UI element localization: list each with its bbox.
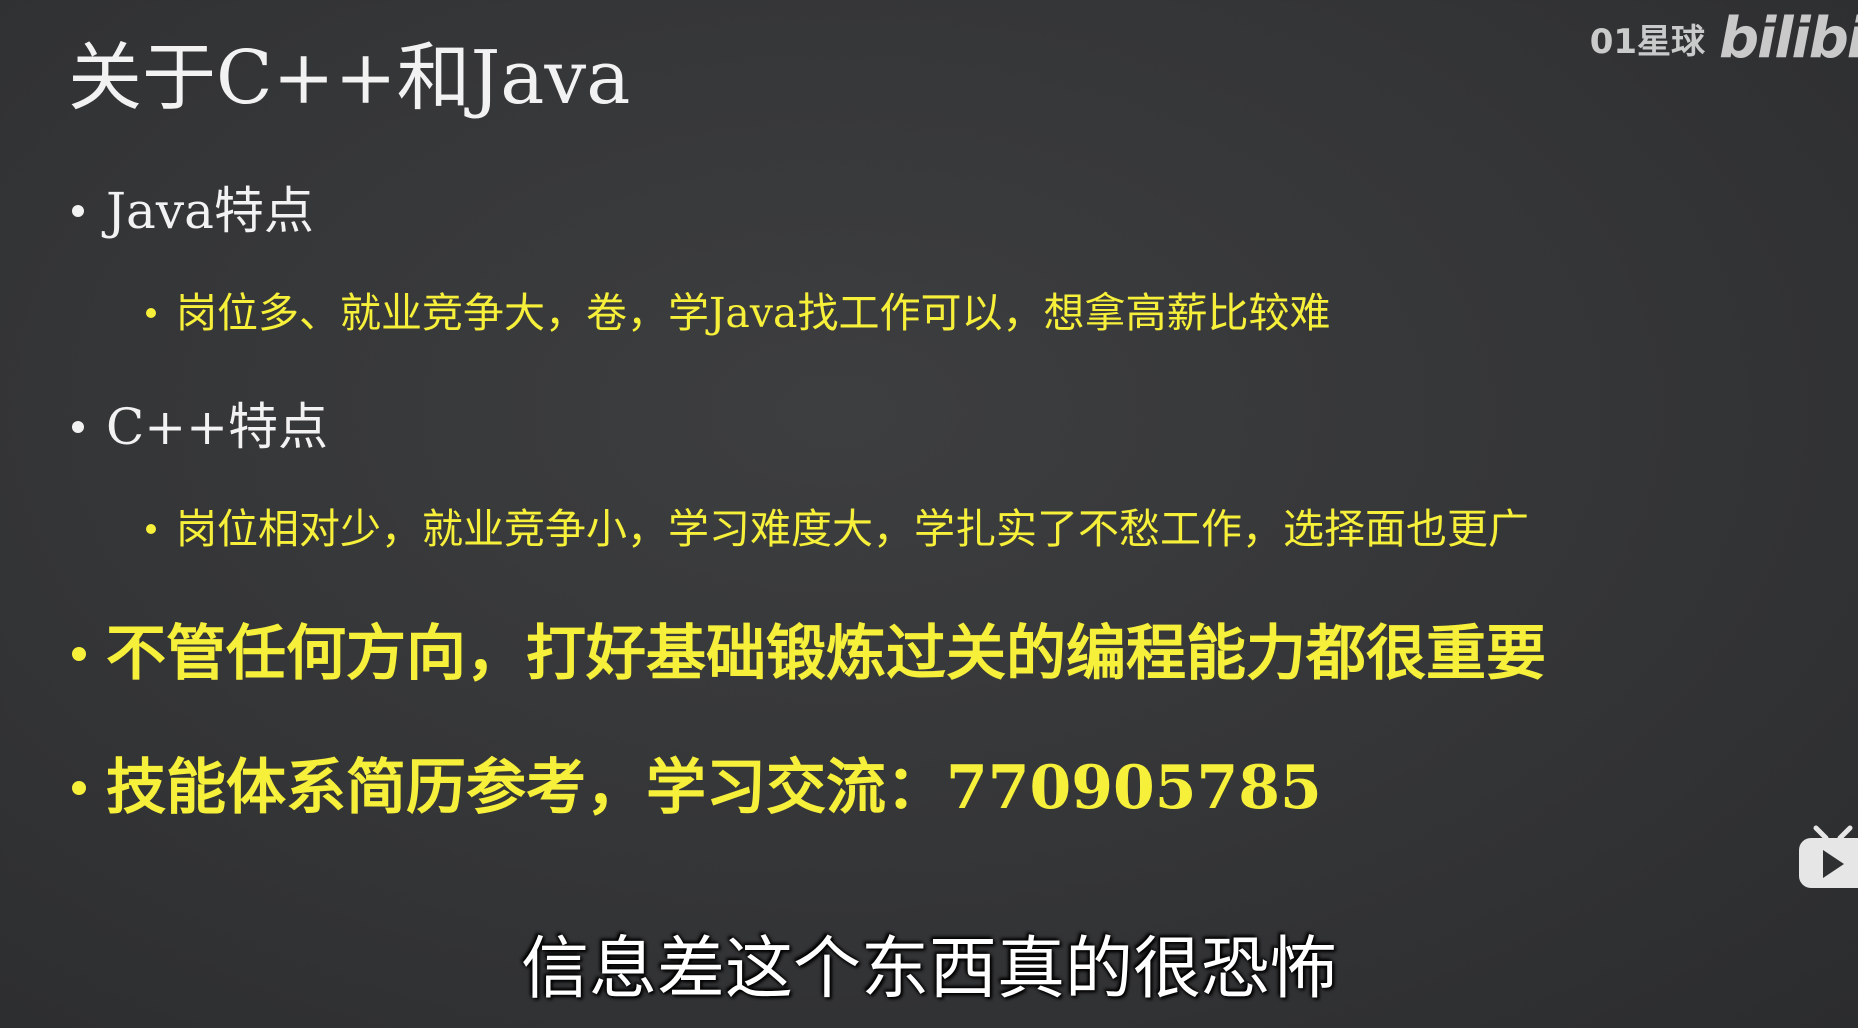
- bullet-dot: [146, 308, 156, 318]
- bullet-cpp-heading: C++特点: [72, 392, 328, 462]
- bullet-java-heading: Java特点: [72, 176, 314, 246]
- bullet-foundation: 不管任何方向，打好基础锻炼过关的编程能力都很重要: [72, 614, 1546, 694]
- bilibili-logo: bilibi: [1719, 6, 1858, 71]
- bullet-contact: 技能体系简历参考，学习交流：770905785: [72, 748, 1322, 828]
- video-subtitle: 信息差这个东西真的很恐怖: [520, 930, 1337, 1009]
- bullet-dot: [72, 421, 84, 433]
- watermark: 01星球 bilibi: [1590, 6, 1858, 71]
- bullet-text: 岗位相对少，就业竞争小，学习难度大，学扎实了不愁工作，选择面也更广: [176, 505, 1529, 553]
- bullet-cpp-detail: 岗位相对少，就业竞争小，学习难度大，学扎实了不愁工作，选择面也更广: [146, 500, 1529, 558]
- video-frame[interactable]: 关于C++和Java 01星球 bilibi Java特点 岗位多、就业竞争大，…: [0, 0, 1858, 1028]
- bullet-dot: [72, 647, 86, 661]
- bullet-text: Java特点: [106, 182, 314, 240]
- bullet-text: C++特点: [106, 398, 329, 456]
- play-icon[interactable]: [1796, 824, 1858, 892]
- bullet-text: 技能体系简历参考，学习交流：770905785: [106, 753, 1322, 823]
- bullet-text: 岗位多、就业竞争大，卷，学Java找工作可以，想拿高薪比较难: [176, 289, 1331, 337]
- bullet-java-detail: 岗位多、就业竞争大，卷，学Java找工作可以，想拿高薪比较难: [146, 284, 1330, 342]
- bullet-text: 不管任何方向，打好基础锻炼过关的编程能力都很重要: [106, 619, 1546, 689]
- slide-title: 关于C++和Java: [68, 35, 631, 121]
- bullet-dot: [146, 524, 156, 534]
- bullet-dot: [72, 205, 84, 217]
- bullet-dot: [72, 781, 86, 795]
- watermark-channel: 01星球: [1589, 22, 1706, 62]
